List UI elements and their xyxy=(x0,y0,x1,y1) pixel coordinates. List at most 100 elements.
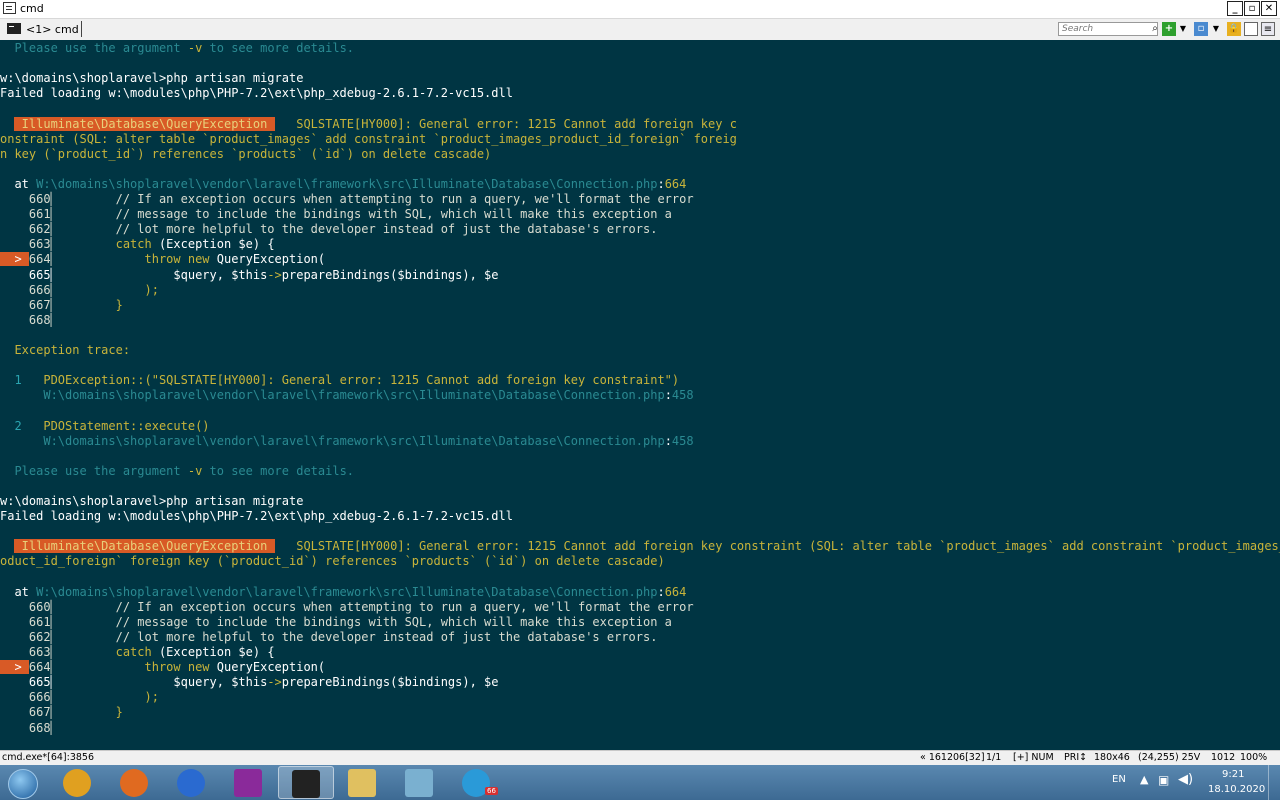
console-text: 665▏ $query, $this xyxy=(0,267,268,282)
console-text: catch xyxy=(115,645,152,659)
console-line: 667▏ } xyxy=(0,298,123,313)
console-line: > 664▏ throw new QueryException( xyxy=(0,252,325,267)
tab-cmd[interactable]: <1> cmd xyxy=(4,21,82,39)
console-text: -> xyxy=(267,267,282,282)
console-line: 666▏ ); xyxy=(0,690,159,705)
console-line: w:\domains\shoplaravel>php artisan migra… xyxy=(0,494,303,509)
console-line: 665▏ $query, $this->prepareBindings($bin… xyxy=(0,675,499,690)
error-line-marker: > xyxy=(0,660,29,675)
console-text: Failed loading w:\modules\php\PHP-7.2\ex… xyxy=(0,86,513,101)
minimize-button[interactable]: _ xyxy=(1227,1,1243,16)
explorer-icon xyxy=(348,769,376,797)
status-modes: [+] NUM xyxy=(1013,752,1054,763)
status-bar: cmd.exe*[64]:3856 « 161206[32] 1/1 [+] N… xyxy=(0,750,1280,766)
chevron-up-icon[interactable]: ▲ xyxy=(1140,773,1148,786)
console-text: ); xyxy=(144,690,159,705)
console-text: 661▏ // message to include the bindings … xyxy=(0,207,672,222)
console-line: 666▏ ); xyxy=(0,283,159,298)
console-text: PDOStatement::execute() xyxy=(43,418,210,433)
console-text: : xyxy=(664,433,672,448)
console-line: Please use the argument -v to see more d… xyxy=(0,464,354,479)
clock-date[interactable]: 18.10.2020 xyxy=(1208,784,1265,795)
console-text: 660▏ // If an exception occurs when atte… xyxy=(0,192,694,206)
menu-icon[interactable]: ≡ xyxy=(1261,22,1275,36)
console-text: QueryException( xyxy=(209,660,326,675)
console-output[interactable]: Please use the argument -v to see more d… xyxy=(0,40,1280,750)
maximize-button[interactable]: ▫ xyxy=(1244,1,1260,16)
console-line: 662▏ // lot more helpful to the develope… xyxy=(0,222,658,237)
console-text: throw new xyxy=(144,252,210,267)
split-view-icon[interactable]: ▫ xyxy=(1194,22,1208,36)
console-text: -v xyxy=(187,463,203,478)
console-line: > 664▏ throw new QueryException( xyxy=(0,660,325,675)
taskbar-notepad-button[interactable] xyxy=(392,766,448,799)
notepad-icon xyxy=(405,769,433,797)
taskbar-firefox-dev-button[interactable] xyxy=(164,766,220,799)
console-text: 458 xyxy=(671,388,694,403)
taskbar-chrome-button[interactable] xyxy=(50,766,106,799)
taskbar-conemu-button[interactable] xyxy=(278,766,334,799)
console-text: 1 xyxy=(0,373,44,388)
console-tab-icon xyxy=(7,23,21,34)
console-text: 662▏ // lot more helpful to the develope… xyxy=(0,222,658,237)
console-text: 660▏ // If an exception occurs when atte… xyxy=(0,599,694,614)
console-text: 2 xyxy=(0,418,44,433)
console-line: 661▏ // message to include the bindings … xyxy=(0,615,672,630)
console-line: 668▏ xyxy=(0,313,58,328)
status-size: 180x46 xyxy=(1094,752,1130,763)
phpstorm-icon xyxy=(234,769,262,797)
console-text: : xyxy=(657,584,665,599)
console-line: 660▏ // If an exception occurs when atte… xyxy=(0,192,694,207)
window-title: cmd xyxy=(20,2,44,15)
console-line: at W:\domains\shoplaravel\vendor\laravel… xyxy=(0,585,686,600)
console-text: 661▏ // message to include the bindings … xyxy=(0,614,672,629)
console-text: 667▏ xyxy=(0,705,116,720)
error-line-marker: > xyxy=(0,252,29,267)
console-text: : xyxy=(657,176,665,191)
console-text: ); xyxy=(144,282,159,297)
console-text: Exception trace: xyxy=(0,343,131,357)
lock-icon[interactable]: 🔒 xyxy=(1227,22,1241,36)
layout-icon[interactable] xyxy=(1244,22,1258,36)
tab-separator xyxy=(81,21,82,37)
search-icon[interactable]: ⌕ xyxy=(1148,22,1162,36)
console-text: to see more details. xyxy=(202,463,355,478)
console-line: 663▏ catch (Exception $e) { xyxy=(0,645,275,660)
status-page: 1/1 xyxy=(986,752,1002,763)
language-indicator[interactable]: EN xyxy=(1112,774,1126,785)
new-console-icon[interactable]: + xyxy=(1162,22,1176,36)
console-line: Failed loading w:\modules\php\PHP-7.2\ex… xyxy=(0,509,513,524)
console-text: 663▏ xyxy=(0,645,116,659)
console-line: Illuminate\Database\QueryException SQLST… xyxy=(0,116,737,132)
console-text: PDOException::("SQLSTATE[HY000]: General… xyxy=(43,373,680,388)
console-text: 662▏ // lot more helpful to the develope… xyxy=(0,629,658,644)
show-desktop-button[interactable] xyxy=(1268,765,1280,800)
clock-time[interactable]: 9:21 xyxy=(1222,769,1244,780)
console-text: oduct_id_foreign` foreign key (`product_… xyxy=(0,554,665,569)
chevron-down-icon[interactable]: ▼ xyxy=(1178,22,1188,36)
search-input[interactable]: Search xyxy=(1058,22,1158,36)
console-line: W:\domains\shoplaravel\vendor\laravel\fr… xyxy=(0,433,694,449)
taskbar-firefox-button[interactable] xyxy=(107,766,163,799)
close-button[interactable]: ✕ xyxy=(1261,1,1277,16)
console-text: n key (`product_id`) references `product… xyxy=(0,146,492,161)
console-text: (Exception $e) { xyxy=(151,645,275,659)
window-title-bar: cmd _ ▫ ✕ xyxy=(0,0,1280,19)
chevron-down-icon[interactable]: ▼ xyxy=(1211,22,1221,36)
taskbar-explorer-button[interactable] xyxy=(335,766,391,799)
console-text: throw new xyxy=(144,660,210,675)
start-button[interactable] xyxy=(2,767,42,799)
tab-bar: <1> cmd Search ⌕ + ▼ ▫ ▼ 🔒 ≡ xyxy=(0,19,1280,41)
network-icon[interactable]: ▣ xyxy=(1158,773,1169,787)
console-text: -v xyxy=(187,41,203,55)
console-line: 663▏ catch (Exception $e) { xyxy=(0,237,275,252)
console-text: 458 xyxy=(671,433,694,448)
console-line: Please use the argument -v to see more d… xyxy=(0,41,354,56)
console-text: 664▏ xyxy=(28,660,145,675)
volume-icon[interactable]: ◀) xyxy=(1178,772,1193,787)
taskbar-telegram-button[interactable]: 66 xyxy=(449,766,505,799)
console-text: 664 xyxy=(664,176,687,191)
taskbar-phpstorm-button[interactable] xyxy=(221,766,277,799)
console-line: 1 PDOException::("SQLSTATE[HY000]: Gener… xyxy=(0,373,679,388)
console-text: W:\domains\shoplaravel\vendor\laravel\fr… xyxy=(43,388,665,403)
